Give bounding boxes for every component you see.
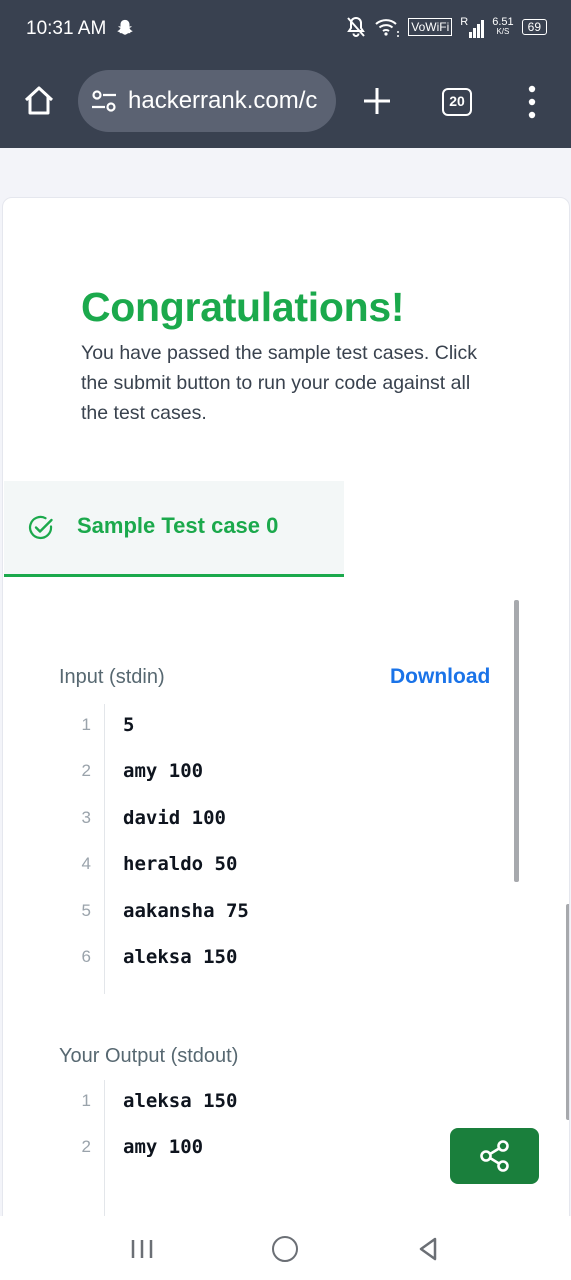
line-number: 2	[81, 1137, 91, 1156]
line-number: 4	[81, 854, 91, 873]
tab-label: Sample Test case 0	[77, 513, 279, 538]
code-text: amy 100	[123, 1136, 204, 1158]
result-message: You have passed the sample test cases. C…	[81, 342, 477, 424]
download-link[interactable]: Download	[390, 665, 490, 689]
status-bar: 10:31 AM VoWiFi R 6.51 K/S 69	[0, 0, 571, 60]
mute-icon	[347, 16, 366, 37]
line-number: 2	[81, 761, 91, 780]
home-icon[interactable]	[22, 84, 56, 118]
battery-icon: 69	[521, 19, 547, 35]
code-text: amy 100	[123, 760, 204, 782]
line-number: 6	[81, 947, 91, 966]
url-text[interactable]: hackerrank.com/c	[128, 87, 317, 115]
code-text: aakansha 75	[123, 900, 249, 922]
page-scrollbar[interactable]	[566, 904, 569, 1120]
code-line: 1 5	[59, 704, 479, 750]
code-text: heraldo 50	[123, 853, 238, 875]
menu-icon[interactable]	[522, 84, 542, 120]
code-line: 6 aleksa 150	[59, 936, 479, 982]
battery-level: 69	[527, 20, 541, 34]
code-text: david 100	[123, 807, 226, 829]
home-circle-icon[interactable]	[272, 1236, 298, 1262]
tabs-icon[interactable]: 20	[442, 88, 472, 116]
output-label: Your Output (stdout)	[59, 1045, 239, 1067]
code-text: aleksa 150	[123, 946, 238, 968]
code-text: 5	[123, 714, 135, 736]
browser-toolbar: hackerrank.com/c 20	[0, 60, 571, 148]
check-circle-icon	[28, 515, 53, 540]
share-icon	[480, 1140, 509, 1172]
tab-count: 20	[449, 93, 465, 109]
code-line: 1 aleksa 150	[59, 1080, 479, 1126]
code-line: 5 aakansha 75	[59, 890, 479, 936]
result-title: Congratulations!	[81, 284, 405, 330]
snapchat-icon	[117, 19, 133, 35]
signal-roaming-label: R	[460, 16, 469, 28]
recent-apps-icon[interactable]	[130, 1236, 154, 1260]
line-number: 1	[81, 715, 91, 734]
back-icon[interactable]	[416, 1236, 440, 1262]
plus-icon[interactable]	[360, 84, 394, 118]
code-line: 2 amy 100	[59, 1126, 479, 1172]
share-button[interactable]	[450, 1128, 539, 1184]
tab-sample-test-case-0[interactable]: Sample Test case 0	[4, 481, 344, 577]
signal-icon: R	[460, 16, 485, 38]
network-speed-unit: K/S	[496, 27, 510, 36]
code-line: 2 amy 100	[59, 750, 479, 796]
input-label: Input (stdin)	[59, 666, 165, 688]
code-line: 3 david 100	[59, 797, 479, 843]
network-speed-value: 6.51	[492, 16, 514, 28]
network-speed: 6.51 K/S	[492, 16, 514, 37]
address-bar[interactable]: hackerrank.com/c	[78, 70, 336, 132]
line-number: 1	[81, 1091, 91, 1110]
system-nav-bar	[0, 1216, 571, 1280]
panel-scrollbar[interactable]	[514, 600, 519, 882]
vowifi-badge: VoWiFi	[408, 18, 453, 36]
result-card: Congratulations! You have passed the sam…	[2, 197, 570, 1217]
wifi-icon	[375, 19, 400, 37]
line-number: 3	[81, 808, 91, 827]
status-time: 10:31 AM	[26, 18, 107, 39]
line-number: 5	[81, 901, 91, 920]
code-line: 4 heraldo 50	[59, 843, 479, 889]
code-text: aleksa 150	[123, 1090, 238, 1112]
tune-icon[interactable]	[90, 87, 118, 115]
